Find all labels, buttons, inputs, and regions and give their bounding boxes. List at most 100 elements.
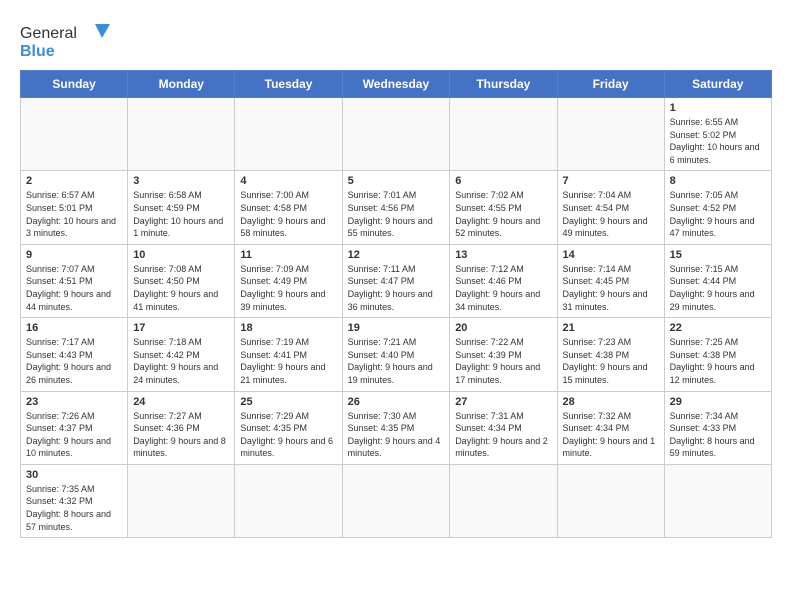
weekday-header-sunday: Sunday bbox=[21, 71, 128, 98]
calendar-cell bbox=[664, 464, 771, 537]
calendar-cell: 19 Sunrise: 7:21 AM Sunset: 4:40 PM Dayli… bbox=[342, 318, 450, 391]
calendar-cell: 7 Sunrise: 7:04 AM Sunset: 4:54 PM Daylig… bbox=[557, 171, 664, 244]
calendar-cell bbox=[342, 464, 450, 537]
day-number: 12 bbox=[348, 249, 445, 261]
svg-text:Blue: Blue bbox=[20, 43, 55, 60]
calendar-cell bbox=[557, 464, 664, 537]
calendar-cell bbox=[128, 98, 235, 171]
day-info: Sunrise: 6:55 AM Sunset: 5:02 PM Dayligh… bbox=[670, 116, 766, 166]
day-info: Sunrise: 7:27 AM Sunset: 4:36 PM Dayligh… bbox=[133, 410, 229, 460]
day-info: Sunrise: 7:15 AM Sunset: 4:44 PM Dayligh… bbox=[670, 263, 766, 313]
calendar-cell bbox=[21, 98, 128, 171]
calendar-cell: 13Sunrise: 7:12 AM Sunset: 4:46 PM Dayli… bbox=[450, 244, 557, 317]
weekday-header-saturday: Saturday bbox=[664, 71, 771, 98]
day-number: 17 bbox=[133, 322, 229, 334]
day-info: Sunrise: 7:21 AM Sunset: 4:40 PM Dayligh… bbox=[348, 336, 445, 386]
day-number: 23 bbox=[26, 396, 122, 408]
svg-text:General: General bbox=[20, 25, 77, 42]
day-number: 22 bbox=[670, 322, 766, 334]
day-number: 27 bbox=[455, 396, 551, 408]
calendar-cell: 1Sunrise: 6:55 AM Sunset: 5:02 PM Daylig… bbox=[664, 98, 771, 171]
weekday-header-monday: Monday bbox=[128, 71, 235, 98]
calendar-week-6: 30Sunrise: 7:35 AM Sunset: 4:32 PM Dayli… bbox=[21, 464, 772, 537]
day-info: Sunrise: 7:14 AM Sunset: 4:45 PM Dayligh… bbox=[563, 263, 659, 313]
day-number: 19 bbox=[348, 322, 445, 334]
day-number: 20 bbox=[455, 322, 551, 334]
calendar-cell bbox=[235, 464, 342, 537]
day-number: 28 bbox=[563, 396, 659, 408]
calendar-cell: 10 Sunrise: 7:08 AM Sunset: 4:50 PM Dayli… bbox=[128, 244, 235, 317]
day-number: 3 bbox=[133, 175, 229, 187]
day-number: 4 bbox=[240, 175, 336, 187]
calendar-cell: 27 Sunrise: 7:31 AM Sunset: 4:34 PM Dayli… bbox=[450, 391, 557, 464]
calendar-week-2: 2 Sunrise: 6:57 AM Sunset: 5:01 PM Daylig… bbox=[21, 171, 772, 244]
day-info: Sunrise: 7:30 AM Sunset: 4:35 PM Dayligh… bbox=[348, 410, 445, 460]
day-info: Sunrise: 7:04 AM Sunset: 4:54 PM Dayligh… bbox=[563, 189, 659, 239]
calendar-week-5: 23 Sunrise: 7:26 AM Sunset: 4:37 PM Dayli… bbox=[21, 391, 772, 464]
day-number: 16 bbox=[26, 322, 122, 334]
day-number: 15 bbox=[670, 249, 766, 261]
calendar-cell: 23 Sunrise: 7:26 AM Sunset: 4:37 PM Dayli… bbox=[21, 391, 128, 464]
day-info: Sunrise: 7:08 AM Sunset: 4:50 PM Dayligh… bbox=[133, 263, 229, 313]
day-number: 21 bbox=[563, 322, 659, 334]
calendar-cell: 29Sunrise: 7:34 AM Sunset: 4:33 PM Dayli… bbox=[664, 391, 771, 464]
calendar-cell: 21 Sunrise: 7:23 AM Sunset: 4:38 PM Dayli… bbox=[557, 318, 664, 391]
calendar-cell: 11Sunrise: 7:09 AM Sunset: 4:49 PM Dayli… bbox=[235, 244, 342, 317]
day-info: Sunrise: 7:25 AM Sunset: 4:38 PM Dayligh… bbox=[670, 336, 766, 386]
calendar-cell: 28 Sunrise: 7:32 AM Sunset: 4:34 PM Dayli… bbox=[557, 391, 664, 464]
calendar-cell bbox=[342, 98, 450, 171]
calendar-cell: 22 Sunrise: 7:25 AM Sunset: 4:38 PM Dayli… bbox=[664, 318, 771, 391]
day-number: 6 bbox=[455, 175, 551, 187]
day-number: 14 bbox=[563, 249, 659, 261]
day-info: Sunrise: 7:29 AM Sunset: 4:35 PM Dayligh… bbox=[240, 410, 336, 460]
day-info: Sunrise: 7:01 AM Sunset: 4:56 PM Dayligh… bbox=[348, 189, 445, 239]
calendar-cell: 14 Sunrise: 7:14 AM Sunset: 4:45 PM Dayli… bbox=[557, 244, 664, 317]
calendar-week-3: 9 Sunrise: 7:07 AM Sunset: 4:51 PM Daylig… bbox=[21, 244, 772, 317]
day-number: 24 bbox=[133, 396, 229, 408]
day-info: Sunrise: 7:23 AM Sunset: 4:38 PM Dayligh… bbox=[563, 336, 659, 386]
calendar-cell: 5Sunrise: 7:01 AM Sunset: 4:56 PM Daylig… bbox=[342, 171, 450, 244]
day-number: 18 bbox=[240, 322, 336, 334]
calendar-cell: 18Sunrise: 7:19 AM Sunset: 4:41 PM Dayli… bbox=[235, 318, 342, 391]
day-info: Sunrise: 7:26 AM Sunset: 4:37 PM Dayligh… bbox=[26, 410, 122, 460]
day-number: 25 bbox=[240, 396, 336, 408]
calendar: SundayMondayTuesdayWednesdayThursdayFrid… bbox=[20, 70, 772, 538]
weekday-header-thursday: Thursday bbox=[450, 71, 557, 98]
calendar-cell: 17 Sunrise: 7:18 AM Sunset: 4:42 PM Dayli… bbox=[128, 318, 235, 391]
calendar-cell: 6 Sunrise: 7:02 AM Sunset: 4:55 PM Daylig… bbox=[450, 171, 557, 244]
header: GeneralBlue bbox=[20, 20, 772, 60]
calendar-cell: 20 Sunrise: 7:22 AM Sunset: 4:39 PM Dayli… bbox=[450, 318, 557, 391]
calendar-cell: 30Sunrise: 7:35 AM Sunset: 4:32 PM Dayli… bbox=[21, 464, 128, 537]
day-info: Sunrise: 7:18 AM Sunset: 4:42 PM Dayligh… bbox=[133, 336, 229, 386]
calendar-cell: 4 Sunrise: 7:00 AM Sunset: 4:58 PM Daylig… bbox=[235, 171, 342, 244]
weekday-header-tuesday: Tuesday bbox=[235, 71, 342, 98]
day-number: 10 bbox=[133, 249, 229, 261]
day-info: Sunrise: 7:00 AM Sunset: 4:58 PM Dayligh… bbox=[240, 189, 336, 239]
day-info: Sunrise: 7:09 AM Sunset: 4:49 PM Dayligh… bbox=[240, 263, 336, 313]
day-number: 9 bbox=[26, 249, 122, 261]
calendar-cell bbox=[557, 98, 664, 171]
calendar-cell: 26Sunrise: 7:30 AM Sunset: 4:35 PM Dayli… bbox=[342, 391, 450, 464]
calendar-week-4: 16Sunrise: 7:17 AM Sunset: 4:43 PM Dayli… bbox=[21, 318, 772, 391]
weekday-header-row: SundayMondayTuesdayWednesdayThursdayFrid… bbox=[21, 71, 772, 98]
day-number: 7 bbox=[563, 175, 659, 187]
calendar-cell: 2 Sunrise: 6:57 AM Sunset: 5:01 PM Daylig… bbox=[21, 171, 128, 244]
day-info: Sunrise: 7:31 AM Sunset: 4:34 PM Dayligh… bbox=[455, 410, 551, 460]
day-number: 2 bbox=[26, 175, 122, 187]
day-info: Sunrise: 6:57 AM Sunset: 5:01 PM Dayligh… bbox=[26, 189, 122, 239]
calendar-cell: 9 Sunrise: 7:07 AM Sunset: 4:51 PM Daylig… bbox=[21, 244, 128, 317]
calendar-cell: 25 Sunrise: 7:29 AM Sunset: 4:35 PM Dayli… bbox=[235, 391, 342, 464]
calendar-cell bbox=[235, 98, 342, 171]
calendar-cell: 8Sunrise: 7:05 AM Sunset: 4:52 PM Daylig… bbox=[664, 171, 771, 244]
day-info: Sunrise: 7:07 AM Sunset: 4:51 PM Dayligh… bbox=[26, 263, 122, 313]
day-info: Sunrise: 6:58 AM Sunset: 4:59 PM Dayligh… bbox=[133, 189, 229, 239]
calendar-week-1: 1Sunrise: 6:55 AM Sunset: 5:02 PM Daylig… bbox=[21, 98, 772, 171]
day-number: 8 bbox=[670, 175, 766, 187]
day-info: Sunrise: 7:02 AM Sunset: 4:55 PM Dayligh… bbox=[455, 189, 551, 239]
day-info: Sunrise: 7:32 AM Sunset: 4:34 PM Dayligh… bbox=[563, 410, 659, 460]
day-info: Sunrise: 7:22 AM Sunset: 4:39 PM Dayligh… bbox=[455, 336, 551, 386]
weekday-header-wednesday: Wednesday bbox=[342, 71, 450, 98]
logo: GeneralBlue bbox=[20, 20, 120, 60]
day-number: 30 bbox=[26, 469, 122, 481]
day-number: 13 bbox=[455, 249, 551, 261]
